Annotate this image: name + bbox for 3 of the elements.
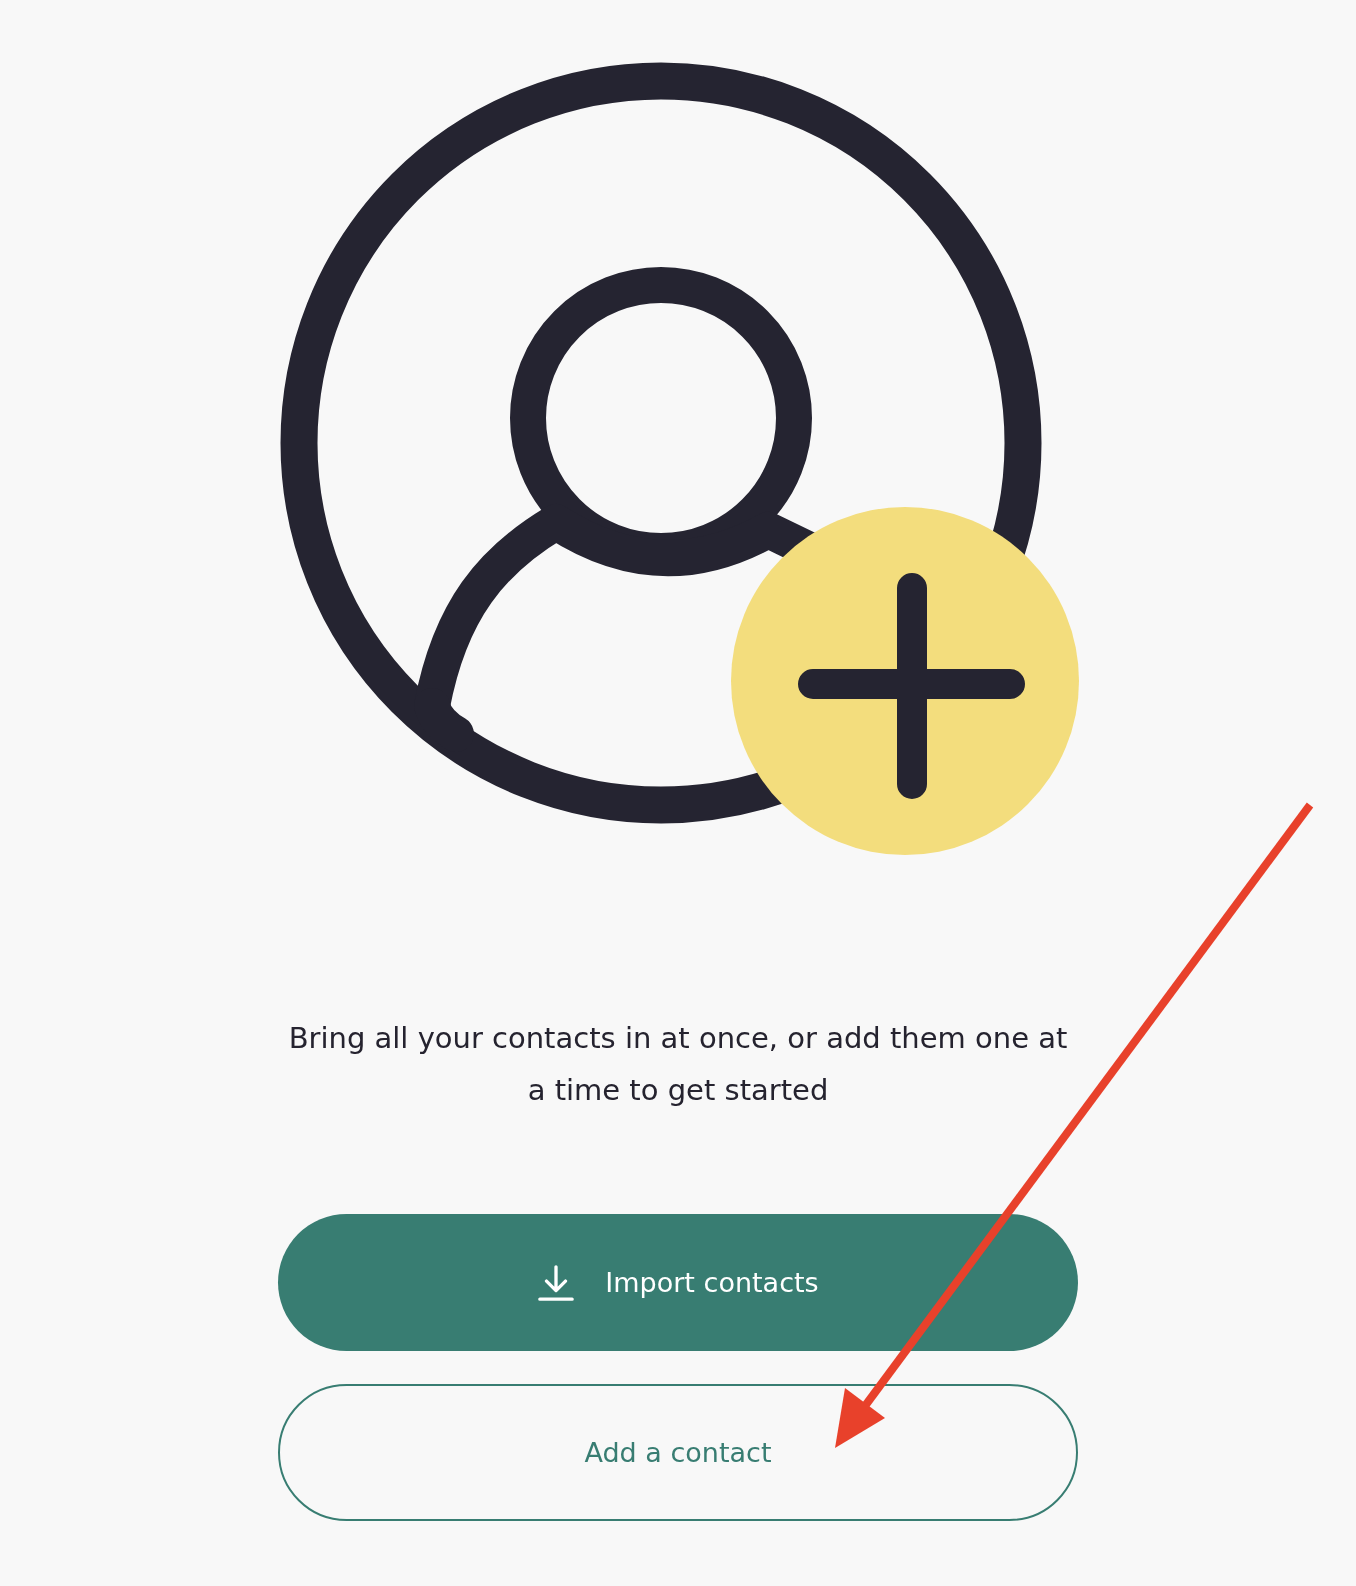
download-icon xyxy=(537,1263,576,1302)
import-contacts-button[interactable]: Import contacts xyxy=(278,1214,1078,1351)
intro-text: Bring all your contacts in at once, or add them one at a time to get started xyxy=(287,1020,1069,1109)
